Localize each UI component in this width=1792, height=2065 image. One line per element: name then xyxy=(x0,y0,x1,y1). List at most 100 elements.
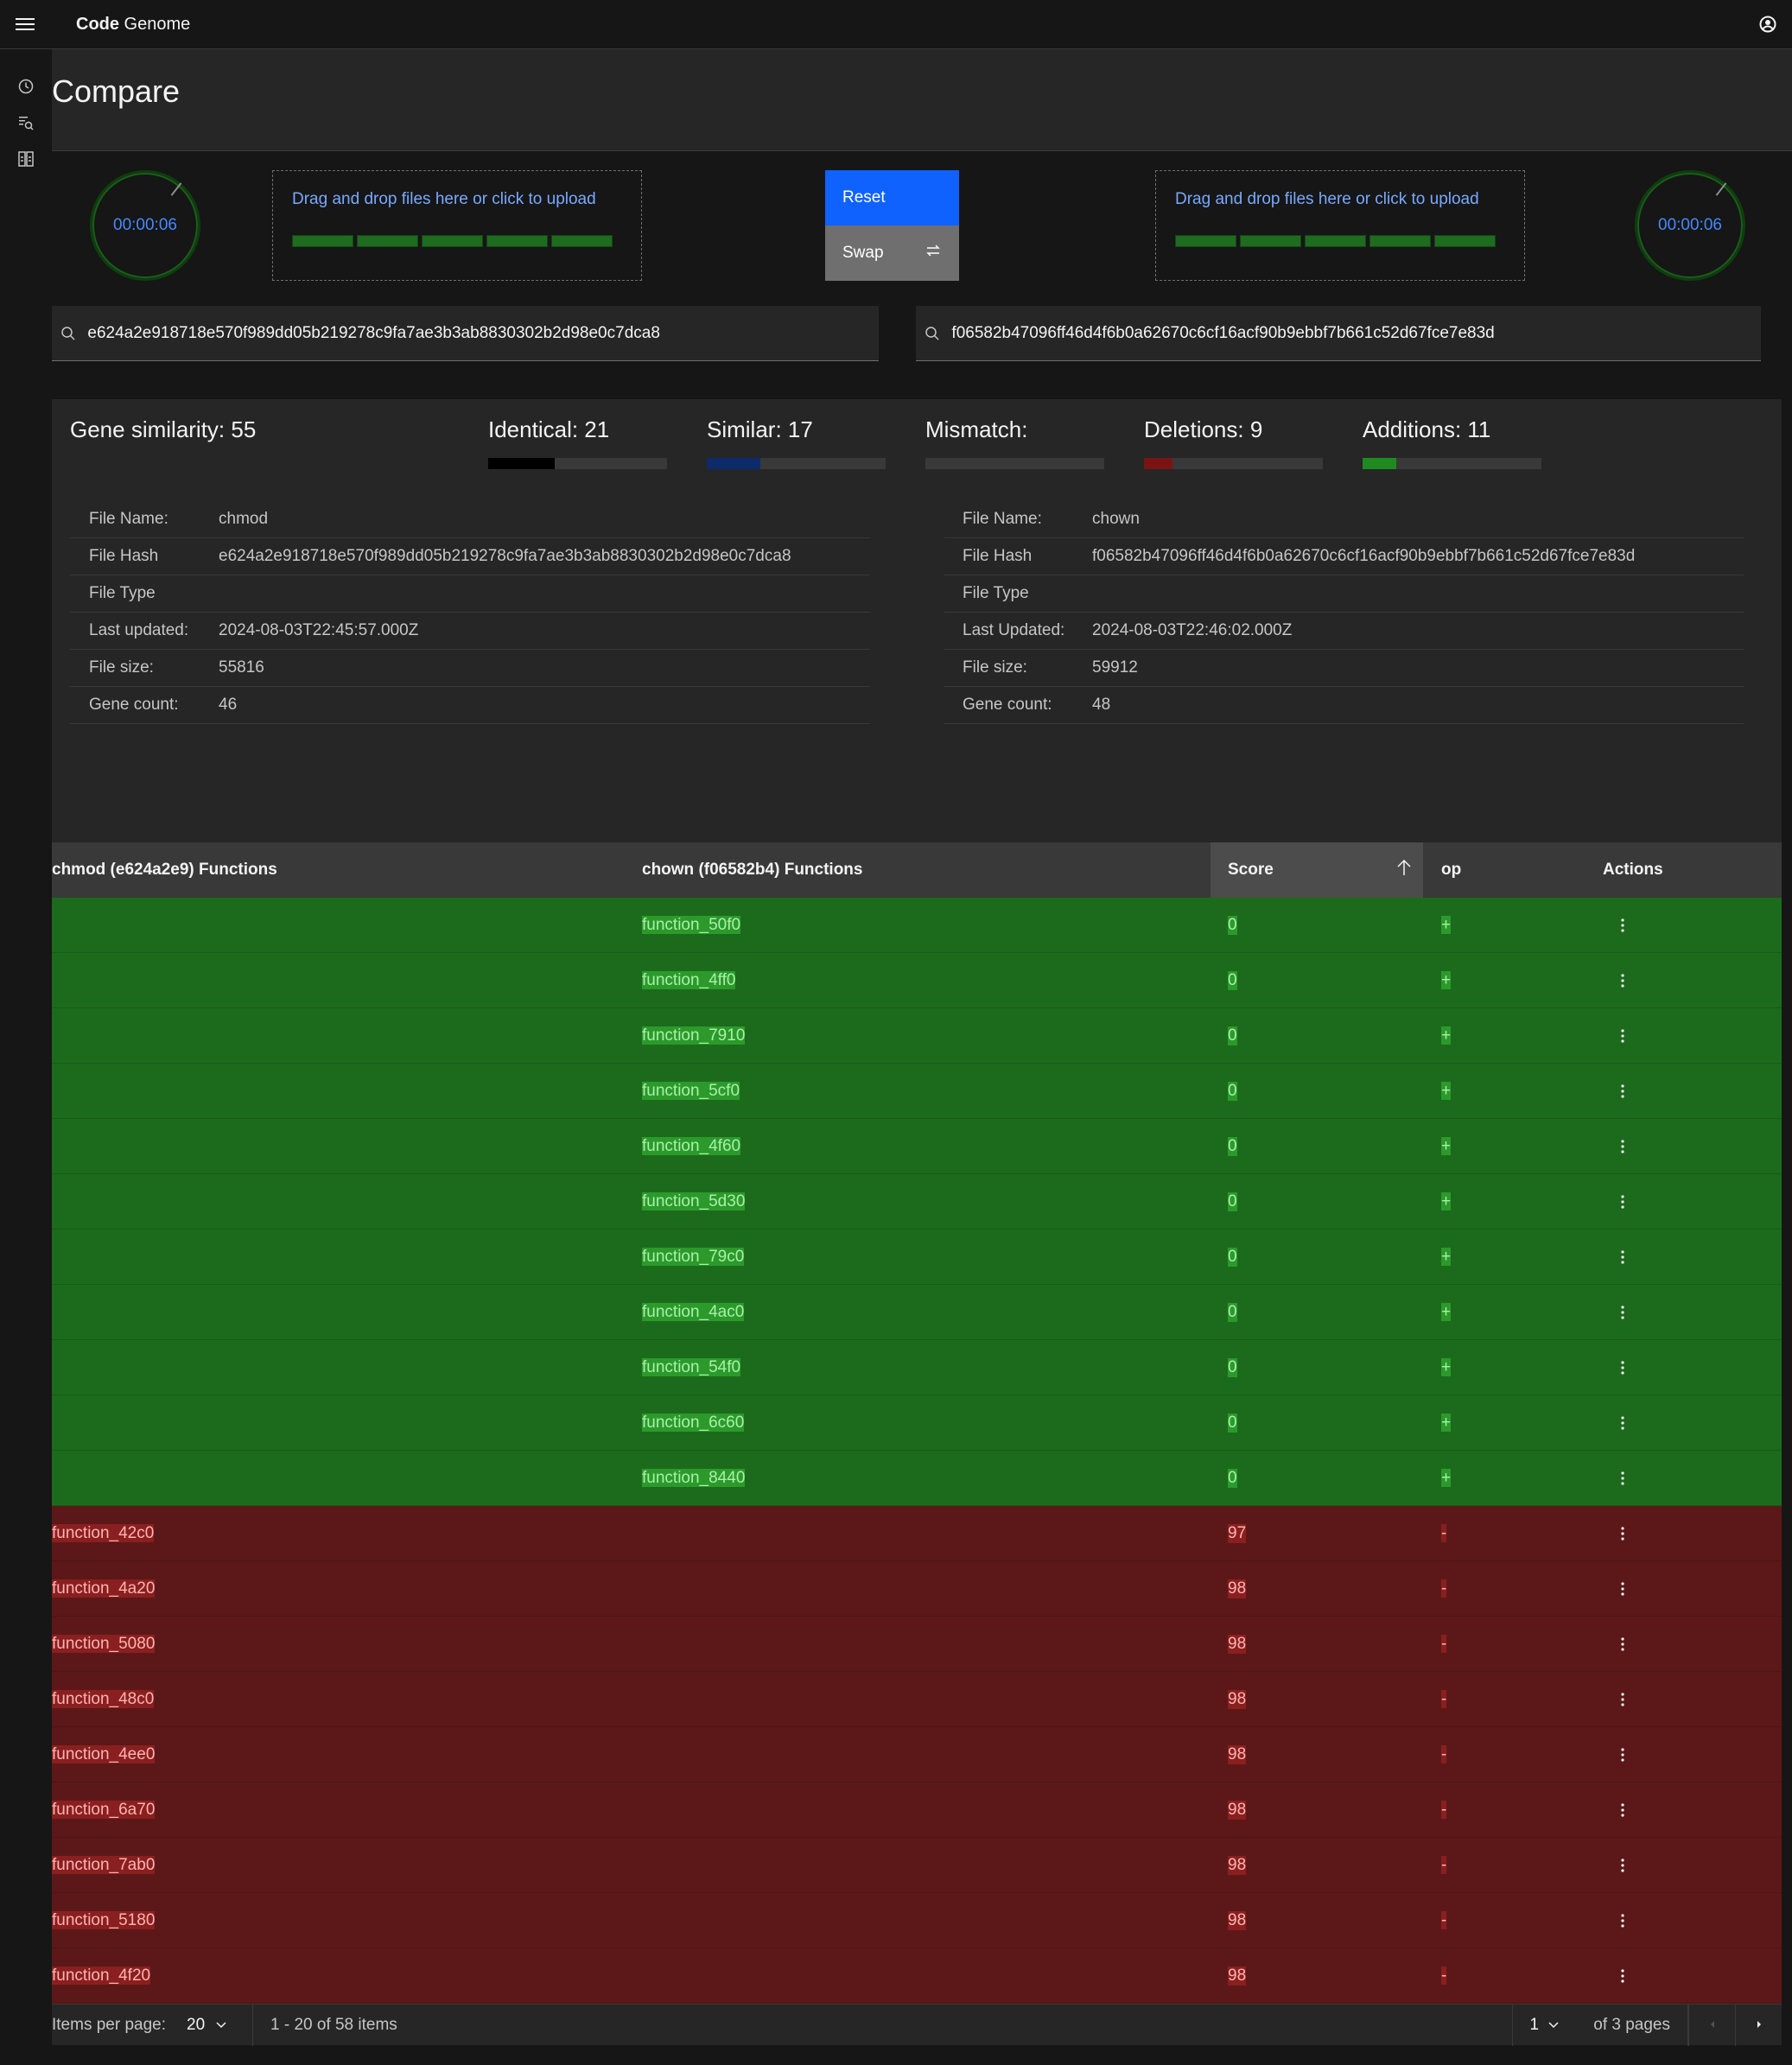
score-cell: 0 xyxy=(1211,1119,1423,1174)
op-cell-text: + xyxy=(1441,1468,1452,1487)
table-row[interactable]: function_50f0 0 + xyxy=(52,898,1782,953)
left-dropzone[interactable]: Drag and drop files here or click to upl… xyxy=(272,170,642,281)
reset-button[interactable]: Reset xyxy=(825,170,959,226)
overflow-menu-icon[interactable] xyxy=(1614,1138,1631,1155)
header-score[interactable]: Score xyxy=(1211,842,1423,898)
left-hash-input[interactable] xyxy=(85,323,879,343)
table-row[interactable]: function_5d30 0 + xyxy=(52,1174,1782,1229)
main-content: Compare 00:00:06 Drag and drop files her… xyxy=(52,49,1792,2065)
table-row[interactable]: function_8440 0 + xyxy=(52,1451,1782,1506)
info-row: Last updated: 2024-08-03T22:45:57.000Z xyxy=(70,613,870,650)
header-right-functions[interactable]: chown (f06582b4) Functions xyxy=(642,861,1211,880)
score-cell: 0 xyxy=(1211,1451,1423,1506)
items-per-page-select[interactable]: 20 xyxy=(187,2016,227,2035)
info-key: File size: xyxy=(963,658,1027,677)
search-list-icon[interactable] xyxy=(0,105,52,141)
score-cell: 0 xyxy=(1211,1285,1423,1340)
right-upload-label: Drag and drop files here or click to upl… xyxy=(1175,190,1479,208)
brand-rest: Genome xyxy=(119,14,191,34)
actions-cell xyxy=(1603,972,1782,989)
right-function-cell-text: function_4f60 xyxy=(642,1136,741,1155)
menu-icon[interactable] xyxy=(0,0,49,49)
overflow-menu-icon[interactable] xyxy=(1614,1027,1631,1045)
table-row[interactable]: function_6a70 98 - xyxy=(52,1782,1782,1838)
overflow-menu-icon[interactable] xyxy=(1614,1746,1631,1763)
header-op[interactable]: op xyxy=(1423,861,1603,880)
score-cell: 98 xyxy=(1211,1893,1423,1948)
table-row[interactable]: function_4a20 98 - xyxy=(52,1561,1782,1617)
right-dropzone[interactable]: Drag and drop files here or click to upl… xyxy=(1155,170,1525,281)
right-function-cell-text: function_7910 xyxy=(642,1026,746,1045)
next-page-button[interactable] xyxy=(1735,2005,1782,2046)
header-left-functions[interactable]: chmod (e624a2e9) Functions xyxy=(52,861,642,880)
left-function-cell: function_4a20 xyxy=(52,1579,642,1598)
search-icon xyxy=(52,306,85,361)
overflow-menu-icon[interactable] xyxy=(1614,1193,1631,1210)
table-row[interactable]: function_79c0 0 + xyxy=(52,1229,1782,1285)
overflow-menu-icon[interactable] xyxy=(1614,1857,1631,1874)
overflow-menu-icon[interactable] xyxy=(1614,1359,1631,1376)
table-row[interactable]: function_4ff0 0 + xyxy=(52,953,1782,1008)
table-row[interactable]: function_54f0 0 + xyxy=(52,1340,1782,1395)
table-row[interactable]: function_5180 98 - xyxy=(52,1893,1782,1948)
page-title: Compare xyxy=(52,73,181,109)
right-hash-input[interactable] xyxy=(949,323,1761,343)
left-function-cell-text: function_4a20 xyxy=(52,1579,156,1598)
table-row[interactable]: function_4ac0 0 + xyxy=(52,1285,1782,1340)
table-row[interactable]: function_42c0 97 - xyxy=(52,1506,1782,1561)
overflow-menu-icon[interactable] xyxy=(1614,1636,1631,1653)
actions-cell xyxy=(1603,1193,1782,1210)
compare-icon[interactable] xyxy=(0,141,52,177)
user-avatar-icon[interactable] xyxy=(1751,7,1785,41)
right-hash-search[interactable] xyxy=(916,306,1761,361)
additions-bar xyxy=(1363,458,1541,469)
right-function-cell: function_4ac0 xyxy=(642,1302,1211,1322)
table-row[interactable]: function_5cf0 0 + xyxy=(52,1064,1782,1119)
overflow-menu-icon[interactable] xyxy=(1614,1691,1631,1708)
similar-stat: Similar: 17 xyxy=(707,416,813,442)
swap-icon xyxy=(925,242,942,264)
overflow-menu-icon[interactable] xyxy=(1614,1470,1631,1487)
swap-button[interactable]: Swap xyxy=(825,226,959,281)
score-cell: 98 xyxy=(1211,1672,1423,1727)
op-cell: + xyxy=(1423,1136,1603,1156)
overflow-menu-icon[interactable] xyxy=(1614,917,1631,934)
overflow-menu-icon[interactable] xyxy=(1614,1304,1631,1321)
actions-cell xyxy=(1603,1857,1782,1874)
score-cell: 0 xyxy=(1211,1340,1423,1395)
overflow-menu-icon[interactable] xyxy=(1614,1801,1631,1819)
overflow-menu-icon[interactable] xyxy=(1614,1580,1631,1598)
app-brand[interactable]: Code Genome xyxy=(76,15,190,35)
table-row[interactable]: function_7ab0 98 - xyxy=(52,1838,1782,1893)
overflow-menu-icon[interactable] xyxy=(1614,972,1631,989)
overflow-menu-icon[interactable] xyxy=(1614,1083,1631,1100)
score-cell-text: 98 xyxy=(1228,1966,1247,1986)
op-cell: - xyxy=(1423,1800,1603,1820)
op-cell: + xyxy=(1423,1081,1603,1101)
page-select[interactable]: 1 xyxy=(1512,2005,1576,2046)
table-row[interactable]: function_4ee0 98 - xyxy=(52,1727,1782,1782)
table-row[interactable]: function_6c60 0 + xyxy=(52,1395,1782,1451)
info-key: File Name: xyxy=(89,510,168,528)
left-function-cell: function_7ab0 xyxy=(52,1855,642,1875)
previous-page-button[interactable] xyxy=(1688,2005,1735,2046)
info-row: Gene count: 46 xyxy=(70,687,870,724)
op-cell: + xyxy=(1423,1302,1603,1322)
table-row[interactable]: function_7910 0 + xyxy=(52,1008,1782,1064)
table-row[interactable]: function_5080 98 - xyxy=(52,1617,1782,1672)
op-cell-text: + xyxy=(1441,1081,1452,1100)
actions-cell xyxy=(1603,1359,1782,1376)
op-cell: - xyxy=(1423,1634,1603,1654)
actions-cell xyxy=(1603,1912,1782,1929)
history-icon[interactable] xyxy=(0,68,52,105)
right-timer: 00:00:06 xyxy=(1635,170,1745,281)
overflow-menu-icon[interactable] xyxy=(1614,1912,1631,1929)
table-row[interactable]: function_4f20 98 - xyxy=(52,1948,1782,2004)
table-row[interactable]: function_4f60 0 + xyxy=(52,1119,1782,1174)
overflow-menu-icon[interactable] xyxy=(1614,1414,1631,1432)
overflow-menu-icon[interactable] xyxy=(1614,1967,1631,1985)
left-hash-search[interactable] xyxy=(52,306,879,361)
overflow-menu-icon[interactable] xyxy=(1614,1525,1631,1542)
overflow-menu-icon[interactable] xyxy=(1614,1249,1631,1266)
table-row[interactable]: function_48c0 98 - xyxy=(52,1672,1782,1727)
